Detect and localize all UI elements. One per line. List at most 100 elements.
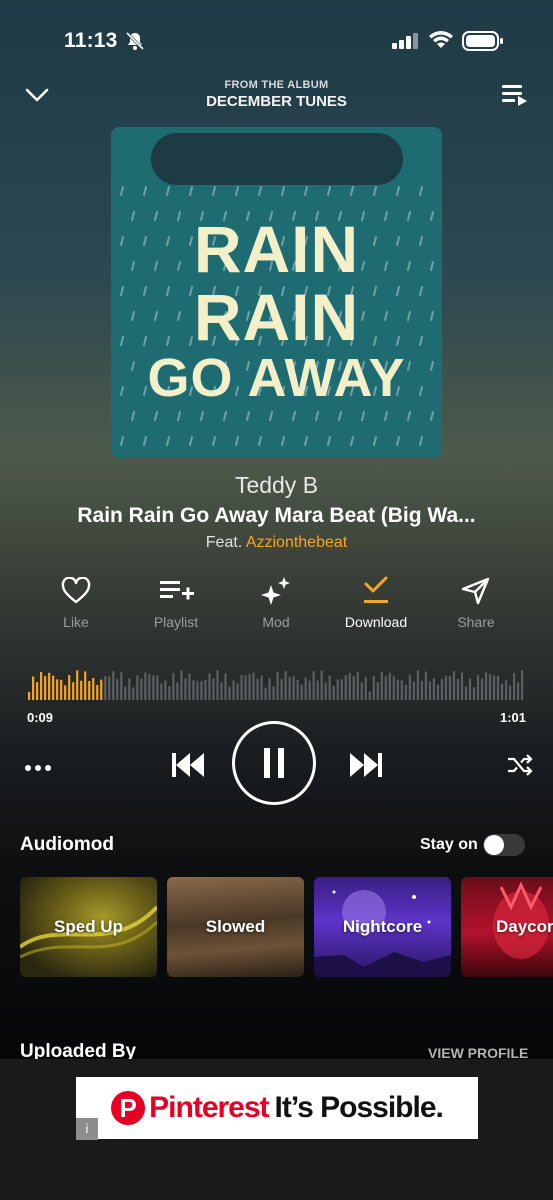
waveform-bar xyxy=(340,679,343,700)
waveform-bar xyxy=(156,675,159,700)
waveform-bar xyxy=(476,675,480,700)
waveform-bar xyxy=(248,673,251,700)
add-to-playlist-button[interactable]: Playlist xyxy=(136,576,216,630)
raindrop xyxy=(269,411,273,421)
sparkle-icon xyxy=(261,577,290,605)
waveform-bar xyxy=(440,679,444,700)
queue-icon xyxy=(502,85,527,106)
ad-info-icon[interactable]: i xyxy=(76,1118,98,1140)
audiomod-card-nightcore[interactable]: Nightcore xyxy=(314,877,451,977)
waveform-bar xyxy=(52,675,55,700)
download-button[interactable]: Download xyxy=(336,576,416,630)
waveform-bar xyxy=(428,681,432,700)
stay-on-label: Stay on xyxy=(420,836,478,853)
waveform-bar xyxy=(220,682,223,700)
waveform-bar xyxy=(196,681,199,700)
waveform-bar xyxy=(444,675,448,700)
waveform-bar xyxy=(520,670,524,700)
waveform-bar xyxy=(56,679,59,700)
mod-button[interactable]: Mod xyxy=(236,576,316,630)
artist-name[interactable]: Teddy B xyxy=(0,472,553,499)
waveform-bar xyxy=(424,671,427,700)
waveform-bar xyxy=(48,672,51,700)
waveform-bar xyxy=(260,675,263,700)
waveform-bar xyxy=(408,674,411,700)
raindrop xyxy=(212,186,216,196)
pause-icon xyxy=(264,748,284,778)
more-options-button[interactable] xyxy=(24,760,54,778)
waveform-bar xyxy=(344,675,347,700)
waveform-bar xyxy=(256,678,259,700)
waveform-bar xyxy=(280,678,283,700)
waveform-bar xyxy=(416,670,419,700)
waveform-bar xyxy=(140,678,143,700)
waveform-bar xyxy=(228,686,231,700)
raindrop xyxy=(258,436,262,446)
raindrop xyxy=(246,411,250,421)
pinterest-logo-icon: P xyxy=(111,1091,146,1125)
like-button[interactable]: Like xyxy=(36,576,116,630)
waveform-bar xyxy=(380,671,383,700)
stay-on-toggle[interactable] xyxy=(483,834,525,856)
raindrop xyxy=(430,411,434,421)
pinterest-ad[interactable]: P Pinterest It’s Possible. xyxy=(76,1077,478,1139)
waveform-bar xyxy=(80,680,83,700)
waveform-bar xyxy=(472,687,476,700)
download-label: Download xyxy=(344,614,408,630)
cover-text-line: RAIN xyxy=(193,280,360,354)
waveform-bar xyxy=(208,673,211,700)
raindrop xyxy=(292,411,296,421)
heart-icon xyxy=(61,577,91,604)
waveform-bar xyxy=(288,676,291,700)
featured-artist-link[interactable]: Azzionthebeat xyxy=(246,534,347,551)
raindrop xyxy=(166,436,170,446)
waveform-bar xyxy=(224,673,227,700)
waveform-bar xyxy=(360,682,363,700)
waveform-bar xyxy=(108,676,111,700)
raindrop xyxy=(327,186,331,196)
waveform-bar xyxy=(160,683,163,700)
raindrop xyxy=(373,436,377,446)
featured-artists: Feat. Azzionthebeat xyxy=(0,534,553,552)
raindrop xyxy=(120,186,124,196)
previous-track-button[interactable] xyxy=(170,750,206,785)
waveform-bar xyxy=(72,682,75,700)
waveform-bar xyxy=(180,670,183,700)
raindrop xyxy=(154,411,158,421)
waveform-bar xyxy=(104,675,107,700)
waveform-bar xyxy=(352,676,355,700)
raindrop xyxy=(200,411,204,421)
waveform-bar xyxy=(268,677,271,700)
waveform-bar xyxy=(236,683,239,700)
waveform-bar xyxy=(204,679,207,700)
queue-button[interactable] xyxy=(500,82,528,113)
waveform-bar xyxy=(132,687,135,700)
waveform-bar xyxy=(264,687,267,700)
waveform-bar xyxy=(508,685,512,700)
waveform-bar xyxy=(100,679,103,700)
shuffle-button[interactable] xyxy=(506,753,534,782)
waveform-bar xyxy=(316,680,319,700)
waveform-bar xyxy=(116,678,119,700)
waveform-bar xyxy=(172,673,175,700)
waveform-bar xyxy=(32,676,35,700)
card-label: Daycore xyxy=(496,917,553,936)
like-label: Like xyxy=(63,614,89,630)
waveform-bar xyxy=(496,675,500,700)
waveform-bar xyxy=(464,686,468,700)
waveform-bar xyxy=(376,682,379,700)
album-title[interactable]: DECEMBER TUNES xyxy=(0,93,553,110)
waveform-scrubber[interactable] xyxy=(28,668,525,700)
audiomod-card-slowed[interactable]: Slowed xyxy=(167,877,304,977)
audiomod-card-sped-up[interactable]: Sped Up xyxy=(20,877,157,977)
waveform-bar xyxy=(328,675,331,700)
share-button[interactable]: Share xyxy=(436,576,516,630)
pause-button[interactable] xyxy=(232,721,316,805)
waveform-bar xyxy=(64,685,67,700)
raindrop xyxy=(120,436,124,446)
audiomod-card-daycore[interactable]: Daycore xyxy=(461,877,553,977)
waveform-bar xyxy=(468,678,472,700)
next-track-button[interactable] xyxy=(348,750,384,785)
audiomod-heading: Audiomod xyxy=(20,834,114,855)
waveform-bar xyxy=(404,684,407,700)
